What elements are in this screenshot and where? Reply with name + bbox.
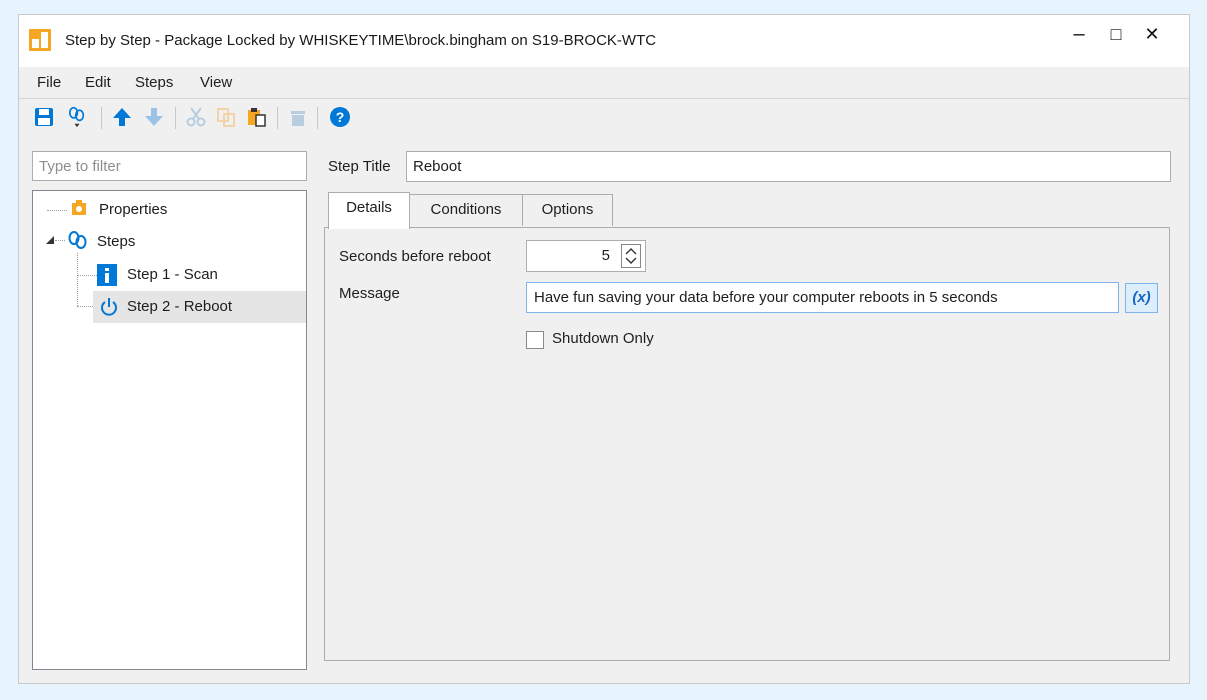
seconds-value: 5 (601, 247, 610, 264)
steps-tree: Properties Steps Step 1 - Scan Step 2 - … (32, 190, 307, 670)
menu-view[interactable]: View (200, 74, 232, 91)
tree-connector (55, 240, 65, 241)
title-bar: Step by Step - Package Locked by WHISKEY… (19, 15, 1189, 67)
message-label: Message (339, 285, 400, 302)
toolbar-separator (317, 107, 318, 129)
save-icon[interactable] (33, 106, 55, 128)
step-title-input[interactable] (406, 151, 1171, 182)
tab-options[interactable]: Options (522, 194, 613, 226)
app-window: Step by Step - Package Locked by WHISKEY… (18, 14, 1190, 684)
tree-item-step2-label: Step 2 - Reboot (127, 298, 233, 315)
toolbar-separator (101, 107, 102, 129)
minimize-button[interactable]: – (1059, 21, 1099, 47)
spin-up-icon[interactable] (625, 247, 637, 255)
tree-item-properties[interactable]: Properties (99, 201, 167, 218)
paste-icon[interactable] (245, 106, 267, 128)
cut-icon[interactable] (185, 106, 207, 128)
properties-icon (72, 200, 86, 215)
close-button[interactable]: ✕ (1132, 21, 1172, 47)
copy-icon[interactable] (215, 106, 237, 128)
message-input[interactable] (526, 282, 1119, 313)
delete-icon[interactable] (287, 106, 309, 128)
tab-details[interactable]: Details (328, 192, 410, 229)
tree-item-step2[interactable]: Step 2 - Reboot (93, 291, 306, 323)
maximize-button[interactable]: □ (1096, 21, 1136, 47)
seconds-stepper[interactable]: 5 (526, 240, 646, 272)
app-icon (29, 29, 51, 51)
tree-item-steps[interactable]: Steps (97, 233, 135, 250)
insert-variable-button[interactable]: (x) (1125, 283, 1158, 313)
tree-connector (77, 275, 97, 276)
menu-steps[interactable]: Steps (135, 74, 173, 91)
toolbar-separator (277, 107, 278, 129)
tree-connector (77, 253, 78, 306)
shutdown-only-checkbox[interactable] (526, 331, 544, 349)
move-down-icon[interactable] (143, 106, 165, 128)
menu-edit[interactable]: Edit (85, 74, 111, 91)
svg-text:?: ? (336, 109, 345, 125)
tree-connector (47, 210, 67, 211)
step-title-label: Step Title (328, 158, 391, 175)
steps-dropdown-icon[interactable] (65, 106, 89, 128)
menu-file[interactable]: File (37, 74, 61, 91)
power-icon (101, 298, 117, 316)
help-icon[interactable]: ? (329, 106, 351, 128)
tab-conditions[interactable]: Conditions (409, 194, 523, 226)
toolbar: ? (19, 99, 1189, 137)
collapse-arrow-icon[interactable] (45, 235, 55, 245)
filter-input[interactable] (32, 151, 307, 181)
move-up-icon[interactable] (111, 106, 133, 128)
toolbar-separator (175, 107, 176, 129)
shutdown-only-label[interactable]: Shutdown Only (552, 330, 654, 347)
menu-bar: File Edit Steps View (19, 67, 1189, 99)
tree-item-step1-label: Step 1 - Scan (127, 266, 218, 283)
tree-item-step1[interactable]: Step 1 - Scan (97, 261, 297, 291)
seconds-spinner[interactable] (621, 244, 641, 268)
spin-down-icon[interactable] (625, 257, 637, 265)
steps-icon (68, 231, 87, 249)
scan-info-icon (97, 264, 117, 286)
seconds-label: Seconds before reboot (339, 248, 491, 265)
window-title: Step by Step - Package Locked by WHISKEY… (65, 32, 657, 49)
